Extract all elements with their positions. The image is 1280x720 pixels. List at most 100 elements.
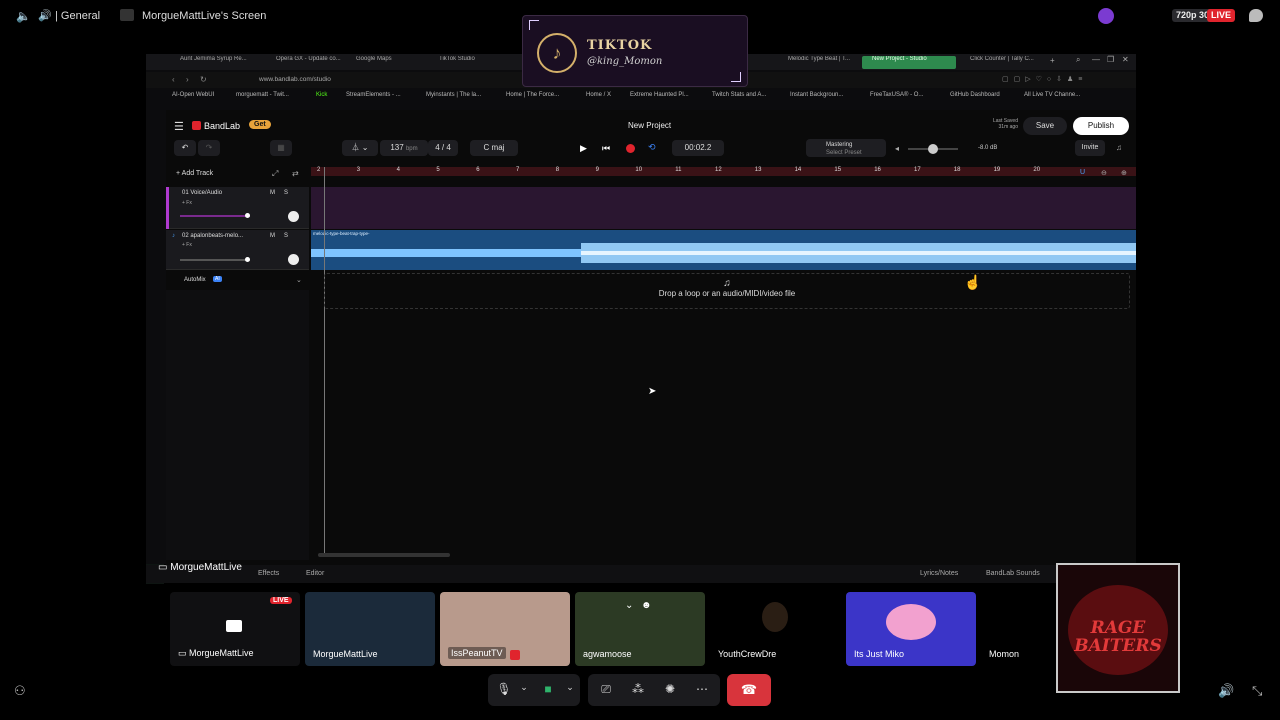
browser-tab-active[interactable]: New Project - Studio [862,56,956,69]
solo-button[interactable]: S [284,190,288,196]
pan-knob[interactable] [288,211,299,222]
bookmark[interactable]: GitHub Dashboard [950,92,1000,98]
participant-tile[interactable]: ⌄ ☻ agwamoose [575,592,705,666]
volume-icon[interactable]: 🔊 [1218,683,1234,699]
fullscreen-exit-icon[interactable]: ⤡ [1252,683,1262,699]
new-tab-icon[interactable]: + [1050,56,1055,65]
url-field[interactable]: www.bandlab.com/studio [259,76,331,83]
fx-button[interactable]: + Fx [182,242,192,248]
play-button[interactable]: ▶ [580,143,587,154]
bookmark[interactable]: AI-Open WebUI [172,92,214,98]
participant-tile[interactable]: LIVE ▭ MorgueMattLive [170,592,300,666]
editor-tab[interactable]: Editor [306,570,324,577]
add-user-icon[interactable]: ⚇ [14,683,26,699]
minimize-icon[interactable]: — [1092,55,1100,64]
mute-button[interactable]: M [270,190,275,196]
mastering-button[interactable]: Mastering Select Preset [806,139,886,157]
redo-button[interactable]: ↷ [198,140,220,156]
playhead[interactable] [324,167,325,557]
user-avatar[interactable] [1098,8,1114,24]
back-icon[interactable]: ‹ [172,75,175,84]
drop-zone[interactable]: ♫ Drop a loop or an audio/MIDI/video fil… [324,273,1130,309]
zoom-out-icon[interactable]: ⊖ [1101,169,1107,177]
track-volume-slider[interactable] [180,259,250,261]
menu-icon[interactable]: ☰ [174,120,184,133]
rewind-button[interactable]: ⏮ [602,143,610,154]
save-button[interactable]: Save [1023,117,1067,135]
track-name[interactable]: 01 Voice/Audio [182,190,222,196]
mute-button[interactable]: M [270,233,275,239]
more-icon[interactable]: ⋯ [694,682,710,696]
slider-handle[interactable] [245,213,250,218]
beat-track-lane[interactable]: melodic-type-beat-trap-type- [311,230,1136,270]
track-name[interactable]: 02 apalonbeats-melo... [182,233,243,239]
camera-icon[interactable]: ■ [540,682,556,696]
project-title[interactable]: New Project [628,121,671,130]
participant-tile[interactable]: MorgueMattLive [305,592,435,666]
bookmark[interactable]: Instant Backgroun... [790,92,843,98]
browser-tab[interactable]: Google Maps [346,56,426,69]
browser-tab[interactable]: TikTok Studio [429,56,509,69]
effects-tab[interactable]: Effects [258,570,279,577]
notifications-icon[interactable]: ♫ [1116,143,1122,152]
track-tool-icon[interactable]: ⤢ [272,169,278,179]
slider-handle[interactable] [245,257,250,262]
bookmark[interactable]: morguematt - Twit... [236,92,289,98]
track-settings-icon[interactable]: ⇄ [292,169,299,178]
bpm-field[interactable]: 137 bpm [380,140,428,156]
participant-tile[interactable]: Its Just Miko [846,592,976,666]
chevron-down-icon[interactable]: ⌄ [516,682,532,693]
chevron-down-icon[interactable]: ⌄ [562,682,578,693]
user-icon[interactable]: ☻ [641,600,652,611]
timeline-ruler[interactable]: 2 3 4 5 6 7 8 9 10 11 12 13 14 15 16 17 18 19 20 [311,167,1136,176]
bookmark[interactable]: Myinstants | The la... [426,92,481,98]
forward-icon[interactable]: › [186,75,189,84]
microphone-icon[interactable]: 🎙 [496,682,512,696]
bookmark[interactable]: Home / X [586,92,611,98]
browser-tab[interactable]: Aunt Jemima Syrup Re... [170,56,266,69]
bookmark[interactable]: All Live TV Channe... [1024,92,1080,98]
bookmark[interactable]: StreamElements - ... [346,92,401,98]
leave-call-button[interactable]: ☎ [727,674,771,706]
undo-button[interactable]: ↶ [174,140,196,156]
time-signature[interactable]: 4 / 4 [428,140,458,156]
reload-icon[interactable]: ↻ [200,75,207,84]
lyrics-notes-tab[interactable]: Lyrics/Notes [920,570,958,577]
chevron-down-icon[interactable]: ⌄ [296,276,302,284]
solo-button[interactable]: S [284,233,288,239]
track-volume-slider[interactable] [180,215,250,217]
extension-icons[interactable]: ▢▢▷♡○⇩♟≡ [1002,75,1087,83]
publish-button[interactable]: Publish [1073,117,1129,135]
automix-row[interactable]: AutoMix AI ⌄ [166,273,309,289]
invite-button[interactable]: Invite [1075,140,1105,156]
bookmark[interactable]: Twitch Stats and A... [712,92,766,98]
voice-track-lane[interactable] [311,187,1136,229]
pan-knob[interactable] [288,254,299,265]
zoom-in-icon[interactable]: ⊕ [1121,169,1127,177]
speaker-muted-icon[interactable]: 🔈 [16,9,31,23]
close-icon[interactable]: ✕ [1122,55,1129,64]
bookmark[interactable]: Home | The Force... [506,92,559,98]
browser-tab[interactable]: Click Counter | Tally C... [960,56,1050,69]
loop-button[interactable]: ⟲ [648,142,656,153]
chevron-down-icon[interactable]: ⌄ [625,600,633,611]
key-selector[interactable]: C maj [470,140,518,156]
browser-tab[interactable]: Melodic Type Beat | T... [778,56,860,69]
bookmark[interactable]: Kick [316,92,327,98]
track-header-voice[interactable]: 01 Voice/Audio + Fx M S [166,187,309,229]
bookmark[interactable]: FreeTaxUSA® - O... [870,92,923,98]
magnet-icon[interactable]: U [1080,169,1085,176]
horizontal-scrollbar[interactable] [318,553,450,557]
fx-button[interactable]: + Fx [182,200,192,206]
track-header-beat[interactable]: ♪ 02 apalonbeats-melo... + Fx M S [166,230,309,270]
get-button[interactable]: Get [249,120,271,129]
chat-icon[interactable] [1249,9,1263,22]
bandlab-sounds-tab[interactable]: BandLab Sounds [986,570,1040,577]
share-screen-icon[interactable]: ⎚ [598,682,614,697]
metronome-button[interactable]: ⏃ ⌄ [342,140,378,156]
record-button[interactable] [626,144,635,153]
participant-tile[interactable]: IssPeanutTV [440,592,570,666]
maximize-icon[interactable]: ❐ [1107,55,1114,64]
volume-knob[interactable] [928,144,938,154]
add-track-button[interactable]: + Add Track [176,170,213,177]
